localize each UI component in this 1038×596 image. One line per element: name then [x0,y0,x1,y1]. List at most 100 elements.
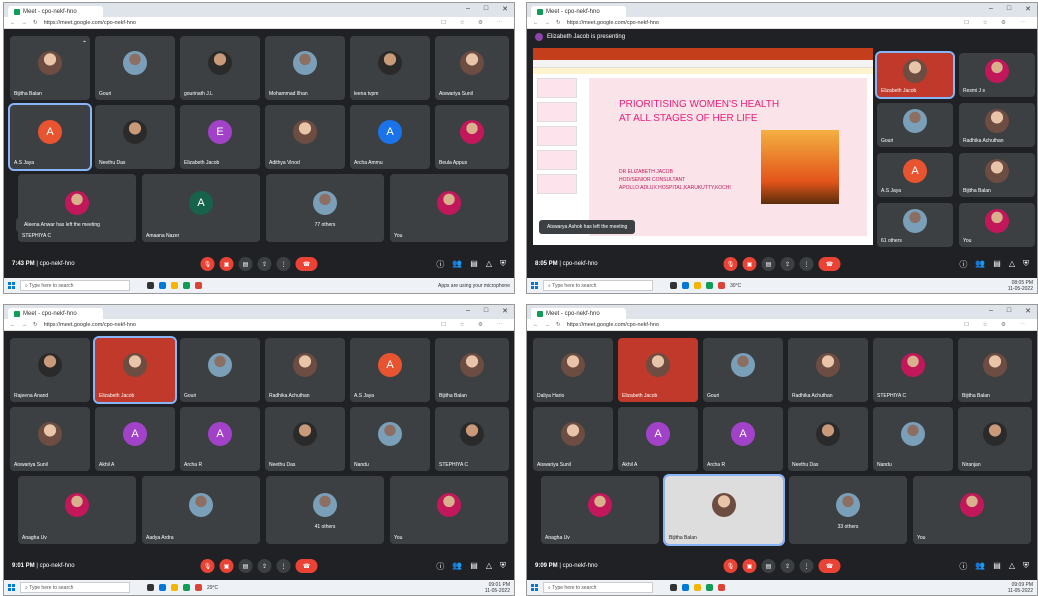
maximize-button[interactable]: □ [1007,307,1011,315]
back-icon[interactable]: ← [533,20,539,26]
windows-start-icon[interactable] [531,584,538,591]
folder-icon[interactable] [694,584,701,591]
mic-off-icon[interactable]: 🎙 [723,559,738,573]
self-tile[interactable]: You [913,476,1031,544]
participant-tile[interactable]: Bijitha Balan [958,338,1032,402]
reload-icon[interactable]: ↻ [556,322,561,328]
more-options-icon[interactable]: ⋮ [276,257,291,271]
activities-icon[interactable]: △ [1009,259,1015,270]
forward-icon[interactable]: → [545,322,551,328]
back-icon[interactable]: ← [533,322,539,328]
participant-tile[interactable]: A A.S Jaya [8,103,92,171]
participant-tile[interactable]: Rajeena Anand [10,338,90,402]
edge-icon[interactable] [159,282,166,289]
captions-icon[interactable]: ▤ [238,559,253,573]
participant-tile[interactable]: A Akhil A [95,407,175,471]
participant-tile[interactable]: A Amaana Nazer [142,174,260,242]
maximize-button[interactable]: □ [484,5,488,13]
participant-tile[interactable]: Elizabeth Jacob [875,51,955,99]
participant-tile[interactable]: Neethu Das [265,407,345,471]
participant-tile[interactable]: A Archa R [703,407,783,471]
windows-start-icon[interactable] [8,282,15,289]
participant-tile[interactable]: Neethu Das [95,105,175,169]
people-icon[interactable]: 👥 [975,561,985,572]
taskbar-search[interactable]: ⌕ Type here to search [543,280,653,291]
camera-off-icon[interactable]: ▣ [742,257,757,271]
info-icon[interactable]: ⓘ [959,259,967,270]
end-call-button[interactable]: ☎ [295,559,318,573]
participant-tile[interactable]: Neethu Das [788,407,868,471]
taskbar-search[interactable]: ⌕ Type here to search [20,582,130,593]
participant-tile[interactable]: A Archa R [180,407,260,471]
participant-tile[interactable]: STEPHIYA C [873,338,953,402]
participant-tile[interactable]: Aiswariya Sunil [435,36,509,100]
reload-icon[interactable]: ↻ [33,322,38,328]
more-options-icon[interactable]: ⋮ [799,559,814,573]
camera-off-icon[interactable]: ▣ [219,559,234,573]
present-icon[interactable]: ⇪ [780,257,795,271]
maximize-button[interactable]: □ [484,307,488,315]
task-view-icon[interactable] [147,282,154,289]
participant-tile[interactable]: A A.S Jaya [350,338,430,402]
browser-tools[interactable]: ☐ ☆ ⚙ ⋯ [441,322,508,328]
browser-tab[interactable]: Meet - cpo-nekf-hno [8,6,103,17]
participant-tile[interactable]: Anagha Uv [541,476,659,544]
forward-icon[interactable]: → [545,20,551,26]
host-controls-icon[interactable]: ⛨ [1023,561,1029,572]
participant-tile[interactable]: Bijitha Balan [435,338,509,402]
reload-icon[interactable]: ↻ [556,20,561,26]
chat-icon[interactable]: ▤ [993,561,1001,572]
captions-icon[interactable]: ▤ [761,559,776,573]
task-view-icon[interactable] [670,584,677,591]
participant-tile[interactable]: leena tvpm [350,36,430,100]
browser-tab[interactable]: Meet - cpo-nekf-hno [531,6,626,17]
participant-tile[interactable]: Gouri [877,103,953,147]
system-tray[interactable]: Apps are using your microphone [438,283,510,289]
folder-icon[interactable] [171,584,178,591]
participant-tile[interactable]: Adithya Vinod [265,105,345,169]
participant-tile[interactable]: Nandu [350,407,430,471]
others-tile[interactable]: 41 others [266,476,384,544]
chat-icon[interactable]: ▤ [470,561,478,572]
system-tray[interactable]: 09:09 PM 11-05-2022 [1008,582,1033,594]
participant-tile[interactable]: Aiswariya Sunil [533,407,613,471]
browser-tools[interactable]: ☐ ☆ ⚙ ⋯ [441,20,508,26]
edge-icon[interactable] [682,584,689,591]
participant-tile[interactable]: ⌖ Bijitha Balan [10,36,90,100]
others-tile[interactable]: 61 others [877,203,953,247]
self-tile[interactable]: You [390,174,508,242]
chat-icon[interactable]: ▤ [470,259,478,270]
taskbar-search[interactable]: ⌕ Type here to search [543,582,653,593]
people-icon[interactable]: 👥 [452,561,462,572]
participant-tile[interactable]: Radhika Achuthan [959,103,1035,147]
folder-icon[interactable] [694,282,701,289]
participant-tile[interactable]: Gouri [180,338,260,402]
camera-off-icon[interactable]: ▣ [742,559,757,573]
app-icon[interactable] [718,282,725,289]
url-field[interactable]: https://meet.google.com/cpo-nekf-hno [567,20,659,26]
browser-tools[interactable]: ☐ ☆ ⚙ ⋯ [964,322,1031,328]
participant-tile[interactable]: A Akhil A [618,407,698,471]
windows-start-icon[interactable] [531,282,538,289]
participant-tile[interactable]: Aiswariya Sunil [10,407,90,471]
app-icon[interactable] [195,584,202,591]
participant-tile[interactable]: Anagha Uv [18,476,136,544]
minimize-button[interactable]: – [466,307,470,315]
more-options-icon[interactable]: ⋮ [799,257,814,271]
participant-tile[interactable]: Radhika Achuthan [265,338,345,402]
participant-tile[interactable]: Bijitha Balan [663,474,785,546]
chat-icon[interactable]: ▤ [993,259,1001,270]
people-icon[interactable]: 👥 [975,259,985,270]
captions-icon[interactable]: ▤ [761,257,776,271]
browser-tab[interactable]: Meet - cpo-nekf-hno [531,308,626,319]
url-field[interactable]: https://meet.google.com/cpo-nekf-hno [44,20,136,26]
browser-tab[interactable]: Meet - cpo-nekf-hno [8,308,103,319]
info-icon[interactable]: ⓘ [436,259,444,270]
task-view-icon[interactable] [670,282,677,289]
url-field[interactable]: https://meet.google.com/cpo-nekf-hno [567,322,659,328]
people-icon[interactable]: 👥 [452,259,462,270]
present-icon[interactable]: ⇪ [780,559,795,573]
present-icon[interactable]: ⇪ [257,257,272,271]
participant-tile[interactable]: A Archa Ammu [350,105,430,169]
taskbar-search[interactable]: ⌕ Type here to search [20,280,130,291]
